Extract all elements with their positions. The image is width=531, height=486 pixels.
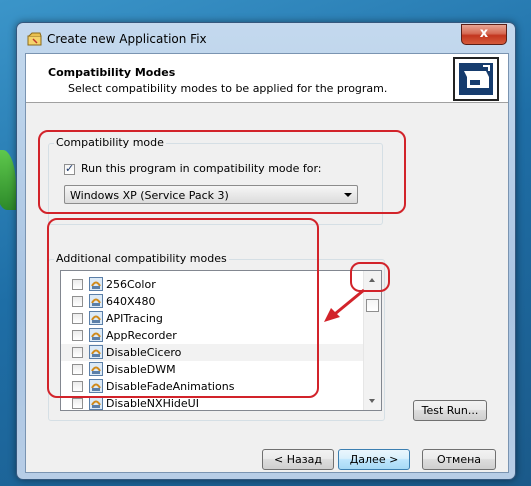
highlighted-checkbox[interactable]	[366, 299, 379, 312]
mode-checkbox[interactable]	[72, 347, 83, 358]
compatibility-mode-group	[48, 143, 383, 225]
list-item[interactable]: DisableCicero	[61, 344, 371, 361]
mode-checkbox[interactable]	[72, 313, 83, 324]
list-item[interactable]: 256Color	[61, 276, 371, 293]
cancel-button[interactable]: Отмена	[422, 449, 496, 470]
mode-checkbox[interactable]	[72, 279, 83, 290]
page-title: Compatibility Modes	[48, 66, 176, 79]
mode-checkbox[interactable]	[72, 364, 83, 375]
scroll-down-icon[interactable]	[369, 399, 375, 403]
desktop-wallpaper-leaf	[0, 150, 16, 210]
chevron-down-icon	[344, 193, 352, 197]
additional-modes-list[interactable]: 256Color 640X480 APITracing AppRecorder	[60, 270, 382, 411]
page-subtitle: Select compatibility modes to be applied…	[68, 82, 388, 95]
test-run-button[interactable]: Test Run...	[413, 400, 487, 421]
mode-label: DisableDWM	[106, 363, 176, 376]
list-item[interactable]: 640X480	[61, 293, 371, 310]
mode-checkbox[interactable]	[72, 296, 83, 307]
back-button[interactable]: < Назад	[262, 449, 334, 470]
list-scrollbar[interactable]	[363, 271, 381, 410]
list-item[interactable]: DisableNXHideUI	[61, 395, 371, 412]
list-item[interactable]: DisableDWM	[61, 361, 371, 378]
mode-label: 640X480	[106, 295, 156, 308]
mode-checkbox[interactable]	[72, 381, 83, 392]
os-version-selected: Windows XP (Service Pack 3)	[70, 189, 229, 202]
shim-fix-icon	[89, 396, 103, 410]
compatibility-mode-group-label: Compatibility mode	[54, 136, 166, 149]
dialog-window: Create new Application Fix x Compatibili…	[16, 22, 516, 480]
mode-checkbox[interactable]	[72, 330, 83, 341]
compatibility-mode-checkbox-label: Run this program in compatibility mode f…	[81, 162, 322, 175]
mode-label: DisableCicero	[106, 346, 182, 359]
shim-fix-icon	[89, 345, 103, 359]
mode-label: DisableNXHideUI	[106, 397, 199, 410]
title-bar[interactable]: Create new Application Fix x	[17, 23, 515, 53]
shim-fix-icon	[89, 277, 103, 291]
shim-fix-icon	[89, 328, 103, 342]
list-item[interactable]: AppRecorder	[61, 327, 371, 344]
mode-checkbox[interactable]	[72, 398, 83, 409]
mode-label: DisableFadeAnimations	[106, 380, 235, 393]
wizard-client-area: Compatibility Modes Select compatibility…	[25, 53, 509, 473]
list-item[interactable]: DisableFadeAnimations	[61, 378, 371, 395]
application-fix-icon	[27, 32, 42, 46]
mode-label: APITracing	[106, 312, 163, 325]
additional-modes-group-label: Additional compatibility modes	[54, 252, 229, 265]
wizard-header: Compatibility Modes Select compatibility…	[26, 54, 508, 103]
window-title: Create new Application Fix	[47, 32, 207, 46]
mode-label: AppRecorder	[106, 329, 177, 342]
shim-fix-icon	[89, 294, 103, 308]
next-button[interactable]: Далее >	[338, 449, 410, 470]
scroll-up-icon[interactable]	[369, 278, 375, 282]
compatibility-mode-checkbox[interactable]	[64, 162, 75, 175]
shim-fix-icon	[89, 379, 103, 393]
shim-fix-icon	[89, 362, 103, 376]
compatibility-wizard-icon	[453, 57, 499, 101]
mode-label: 256Color	[106, 278, 156, 291]
os-version-select[interactable]: Windows XP (Service Pack 3)	[64, 185, 358, 204]
list-item[interactable]: APITracing	[61, 310, 371, 327]
shim-fix-icon	[89, 311, 103, 325]
close-button[interactable]: x	[461, 24, 507, 45]
